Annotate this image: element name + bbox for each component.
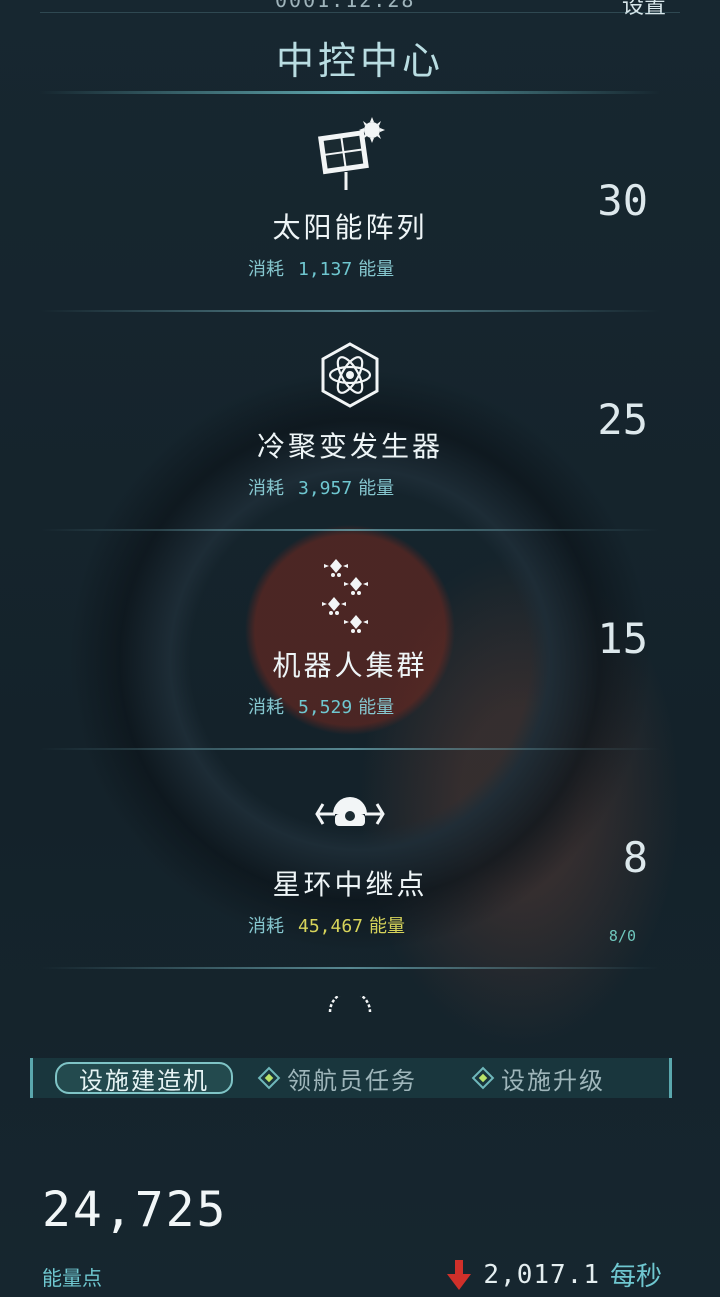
facility-count: 25 xyxy=(597,395,648,444)
energy-points-value: 24,725 xyxy=(42,1182,228,1238)
facility-sub-count: 8/0 xyxy=(608,927,636,945)
facility-card-relay[interactable]: 星环中继点 消耗 45,467 能量 8 8/0 xyxy=(0,755,720,973)
top-divider xyxy=(40,12,680,13)
facility-card-solar[interactable]: 太阳能阵列 消耗 1,137 能量 30 xyxy=(0,98,720,316)
row-divider xyxy=(40,967,660,969)
tab-label: 领航员任务 xyxy=(287,1066,417,1095)
facility-card-robots[interactable]: 机器人集群 消耗 5,529 能量 15 xyxy=(0,536,720,754)
cost-label: 消耗 xyxy=(248,697,284,718)
cost-label: 消耗 xyxy=(248,478,284,499)
diamond-icon xyxy=(257,1066,281,1090)
rate-unit: 每秒 xyxy=(609,1262,662,1292)
top-bar: 0001.12.28 设置 xyxy=(0,0,720,19)
facility-cost: 消耗 45,467 能量 xyxy=(248,912,405,938)
cost-unit: 能量 xyxy=(358,478,395,499)
next-facility-icon xyxy=(326,996,374,1012)
page-title: 中控中心 xyxy=(275,39,444,83)
row-divider xyxy=(40,310,660,312)
tab-navigator-missions[interactable]: 领航员任务 xyxy=(257,1062,417,1095)
title-divider xyxy=(40,91,660,94)
cost-label: 消耗 xyxy=(248,259,284,280)
cost-value: 5,529 xyxy=(298,697,353,718)
rate-value: 2,017.1 xyxy=(483,1259,600,1290)
tab-facility-upgrade[interactable]: 设施升级 xyxy=(471,1062,605,1095)
facility-cost: 消耗 3,957 能量 xyxy=(248,474,394,500)
cost-value: 45,467 xyxy=(298,916,364,937)
facility-cost: 消耗 1,137 能量 xyxy=(248,255,394,281)
row-divider xyxy=(40,748,660,750)
tab-facility-builder[interactable]: 设施建造机 xyxy=(55,1062,233,1095)
drone-swarm-icon xyxy=(310,556,390,633)
down-arrow-icon xyxy=(447,1259,472,1290)
energy-points-label: 能量点 xyxy=(42,1266,102,1290)
facility-card-fusion[interactable]: 冷聚变发生器 消耗 3,957 能量 25 xyxy=(0,317,720,535)
cost-value: 3,957 xyxy=(298,478,353,499)
row-divider xyxy=(40,529,660,531)
facility-cost: 消耗 5,529 能量 xyxy=(248,693,394,719)
energy-rate: 2,017.1 每秒 xyxy=(447,1256,662,1293)
facility-count: 30 xyxy=(597,176,648,225)
facility-count: 15 xyxy=(597,614,648,663)
tab-bar: 设施建造机 领航员任务 设施升级 xyxy=(30,1058,672,1098)
cost-label: 消耗 xyxy=(248,916,284,937)
cost-value: 1,137 xyxy=(298,259,353,280)
atom-icon xyxy=(310,337,390,412)
settings-button[interactable]: 设置 xyxy=(622,0,666,20)
relay-station-icon xyxy=(310,775,390,850)
diamond-icon xyxy=(471,1066,495,1090)
cost-unit: 能量 xyxy=(369,916,406,937)
facility-count: 8 xyxy=(622,833,648,882)
cost-unit: 能量 xyxy=(358,259,395,280)
solar-panel-icon xyxy=(310,116,390,193)
game-date: 0001.12.28 xyxy=(275,0,416,12)
tab-label: 设施升级 xyxy=(501,1066,605,1095)
cost-unit: 能量 xyxy=(358,697,395,718)
